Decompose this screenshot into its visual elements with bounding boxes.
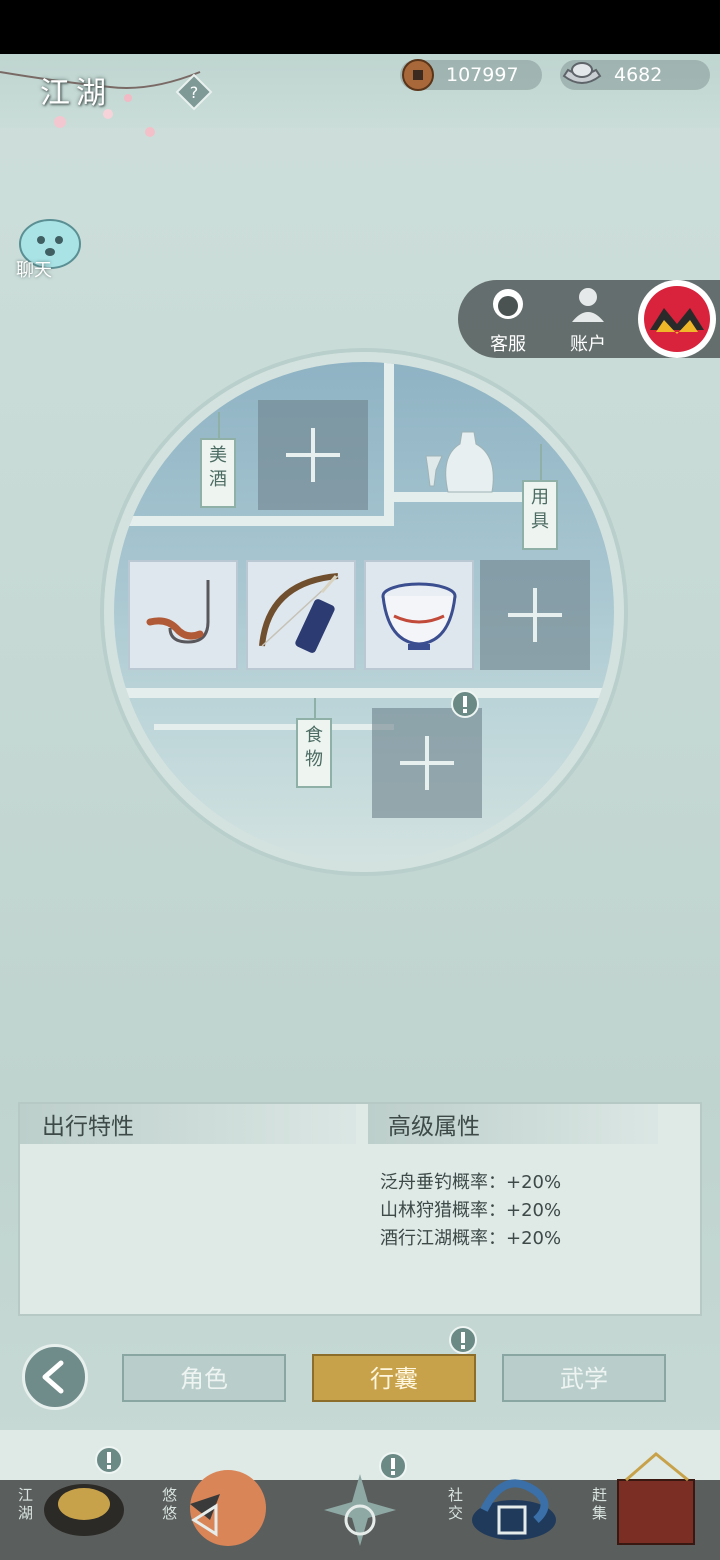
tag-string (540, 444, 542, 484)
page-title: 江湖 (40, 76, 112, 111)
attribute-line: 酒行江湖概率：+20% (380, 1228, 562, 1249)
plus-icon-v (533, 588, 537, 642)
fishing-hook-icon (146, 580, 210, 644)
bow-quiver-slot[interactable] (246, 560, 356, 670)
shelf-divider (154, 724, 394, 730)
silver-value: 4682 (614, 64, 663, 86)
advanced-attributes-header: 高级属性 (368, 1104, 658, 1144)
system-recents-icon[interactable] (492, 1500, 532, 1540)
help-icon[interactable]: ? (174, 72, 214, 112)
wine-tag: 美酒 (200, 438, 236, 508)
svg-text:?: ? (190, 83, 199, 102)
hat-icon[interactable] (40, 1440, 140, 1550)
wine-add-slot[interactable] (258, 400, 368, 510)
copper-coin-icon (402, 59, 434, 91)
shelf-divider (114, 688, 614, 698)
tools-add-slot[interactable] (480, 560, 590, 670)
customer-service-button[interactable]: 客服 (478, 284, 538, 355)
alert-icon (379, 1452, 407, 1480)
alert-icon (95, 1446, 123, 1474)
service-panel: 客服 账户 (458, 280, 720, 358)
chat-label[interactable]: 聊天 (16, 256, 52, 282)
wine-jar-icon (425, 431, 494, 493)
back-arrow-icon (42, 1360, 64, 1394)
porcelain-bowl-icon (381, 582, 457, 650)
bow-and-quiver-icon (259, 573, 339, 653)
food-tag: 食物 (296, 718, 332, 788)
tab-martial-arts[interactable]: 武学 (502, 1354, 666, 1402)
attributes-panel: 出行特性 高级属性 泛舟垂钓概率：+20% 山林狩猎概率：+20% 酒行江湖概率… (18, 1102, 702, 1316)
bottom-nav: 江湖 悠悠 社交 赶集 (0, 1452, 720, 1560)
copper-currency: 107997 (400, 59, 542, 91)
nav-youyou-label[interactable]: 悠悠 (162, 1486, 180, 1522)
account-label: 账户 (570, 334, 606, 355)
nav-ganji-label[interactable]: 赶集 (592, 1486, 610, 1522)
system-back-icon[interactable] (186, 1500, 226, 1540)
plus-icon-v (311, 428, 315, 482)
alert-icon (449, 1326, 477, 1354)
system-home-icon[interactable] (340, 1500, 380, 1540)
food-add-slot[interactable] (372, 708, 482, 818)
shelf-divider (114, 516, 394, 526)
tab-bag[interactable]: 行囊 (312, 1354, 476, 1402)
tools-tag: 用具 (522, 480, 558, 550)
nav-jianghu-label[interactable]: 江湖 (18, 1486, 36, 1522)
fishing-hook-slot[interactable] (128, 560, 238, 670)
customer-service-label: 客服 (490, 334, 526, 355)
silver-currency: 4682 (560, 60, 710, 90)
top-bar: 江湖 ? 107997 4682 (0, 54, 720, 137)
tab-role[interactable]: 角色 (122, 1354, 286, 1402)
back-button[interactable] (22, 1344, 88, 1410)
shelf-divider (384, 362, 394, 526)
attribute-line: 山林狩猎概率：+20% (380, 1200, 562, 1221)
status-bar (0, 0, 720, 54)
porcelain-bowl-slot[interactable] (364, 560, 474, 670)
customer-service-icon (493, 289, 523, 319)
title-area: 江湖 ? (0, 62, 220, 137)
account-button[interactable]: 账户 (558, 284, 618, 355)
travel-traits-header: 出行特性 (20, 1104, 356, 1144)
attribute-line: 泛舟垂钓概率：+20% (380, 1172, 562, 1193)
market-basket-icon[interactable] (612, 1450, 702, 1550)
app-logo-button[interactable] (638, 280, 716, 358)
alert-icon (451, 690, 479, 718)
copper-value: 107997 (446, 64, 519, 86)
mountain-logo-icon (644, 286, 710, 352)
silver-ingot-icon (562, 62, 602, 84)
inventory-shelf-window: 美酒 用具 食物 (104, 352, 624, 872)
plus-icon-v (425, 736, 429, 790)
user-icon (572, 288, 604, 322)
